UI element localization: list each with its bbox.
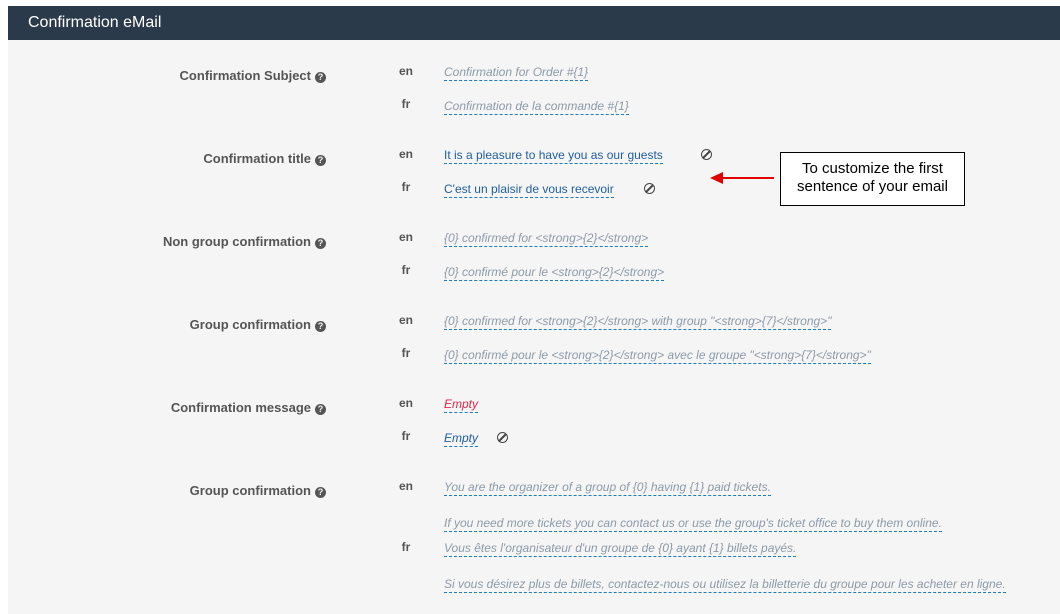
field-label-text: Confirmation Subject: [179, 68, 311, 83]
field-label-text: Confirmation title: [203, 151, 311, 166]
lang-code: fr: [401, 263, 411, 277]
editable-value-line[interactable]: If you need more tickets you can contact…: [444, 516, 942, 532]
editable-value[interactable]: C'est un plaisir de vous recevoir: [444, 182, 614, 198]
lang-code: fr: [401, 429, 411, 443]
editable-value[interactable]: Confirmation for Order #{1}: [444, 65, 589, 81]
annotation-arrow-head: [710, 172, 723, 184]
help-icon[interactable]: ?: [315, 404, 326, 415]
lang-code: en: [398, 147, 413, 161]
lang-code: en: [398, 479, 413, 493]
lang-code: en: [398, 396, 413, 410]
editable-value[interactable]: Confirmation de la commande #{1}: [444, 99, 629, 115]
help-icon[interactable]: ?: [315, 238, 326, 249]
help-icon[interactable]: ?: [315, 72, 326, 83]
help-icon[interactable]: ?: [315, 155, 326, 166]
field-label-group-confirmation-message: Group confirmation?: [190, 483, 326, 498]
editable-value[interactable]: {0} confirmed for <strong>{2}</strong>: [444, 231, 649, 247]
field-label-text: Non group confirmation: [162, 234, 311, 249]
annotation-callout: To customize the first sentence of your …: [780, 152, 965, 206]
panel-title: Confirmation eMail: [8, 6, 1060, 40]
editable-value[interactable]: {0} confirmé pour le <strong>{2}</strong…: [444, 265, 665, 281]
lang-code: en: [398, 313, 413, 327]
editable-value[interactable]: Empty: [444, 397, 479, 413]
reset-icon[interactable]: [497, 432, 508, 443]
field-label-text: Confirmation message: [170, 400, 311, 415]
editable-value-line[interactable]: Vous êtes l'organisateur d'un groupe de …: [444, 541, 797, 557]
field-label-confirmation-title: Confirmation title?: [203, 151, 326, 166]
field-label-text: Group confirmation: [189, 483, 311, 498]
help-icon[interactable]: ?: [315, 487, 326, 498]
editable-value-line[interactable]: Si vous désirez plus de billets, contact…: [444, 577, 1006, 593]
field-label-confirmation-message: Confirmation message?: [171, 400, 326, 415]
lang-code: fr: [401, 180, 411, 194]
lang-code: en: [398, 230, 413, 244]
lang-code: fr: [401, 97, 411, 111]
help-icon[interactable]: ?: [315, 321, 326, 332]
annotation-arrow: [722, 177, 774, 179]
field-label-group-confirmation: Group confirmation?: [190, 317, 326, 332]
editable-value-line[interactable]: You are the organizer of a group of {0} …: [444, 480, 771, 496]
reset-icon[interactable]: [701, 149, 712, 160]
reset-icon[interactable]: [644, 183, 655, 194]
editable-value[interactable]: Empty: [444, 431, 479, 447]
field-label-non-group-confirmation: Non group confirmation?: [163, 234, 326, 249]
editable-value[interactable]: {0} confirmed for <strong>{2}</strong> w…: [444, 314, 832, 330]
field-label-confirmation-subject: Confirmation Subject?: [180, 68, 326, 83]
editable-value[interactable]: It is a pleasure to have you as our gues…: [444, 148, 663, 164]
field-label-text: Group confirmation: [189, 317, 311, 332]
editable-value[interactable]: {0} confirmé pour le <strong>{2}</strong…: [444, 348, 871, 364]
lang-code: fr: [401, 346, 411, 360]
lang-code: fr: [401, 540, 411, 554]
lang-code: en: [398, 64, 413, 78]
